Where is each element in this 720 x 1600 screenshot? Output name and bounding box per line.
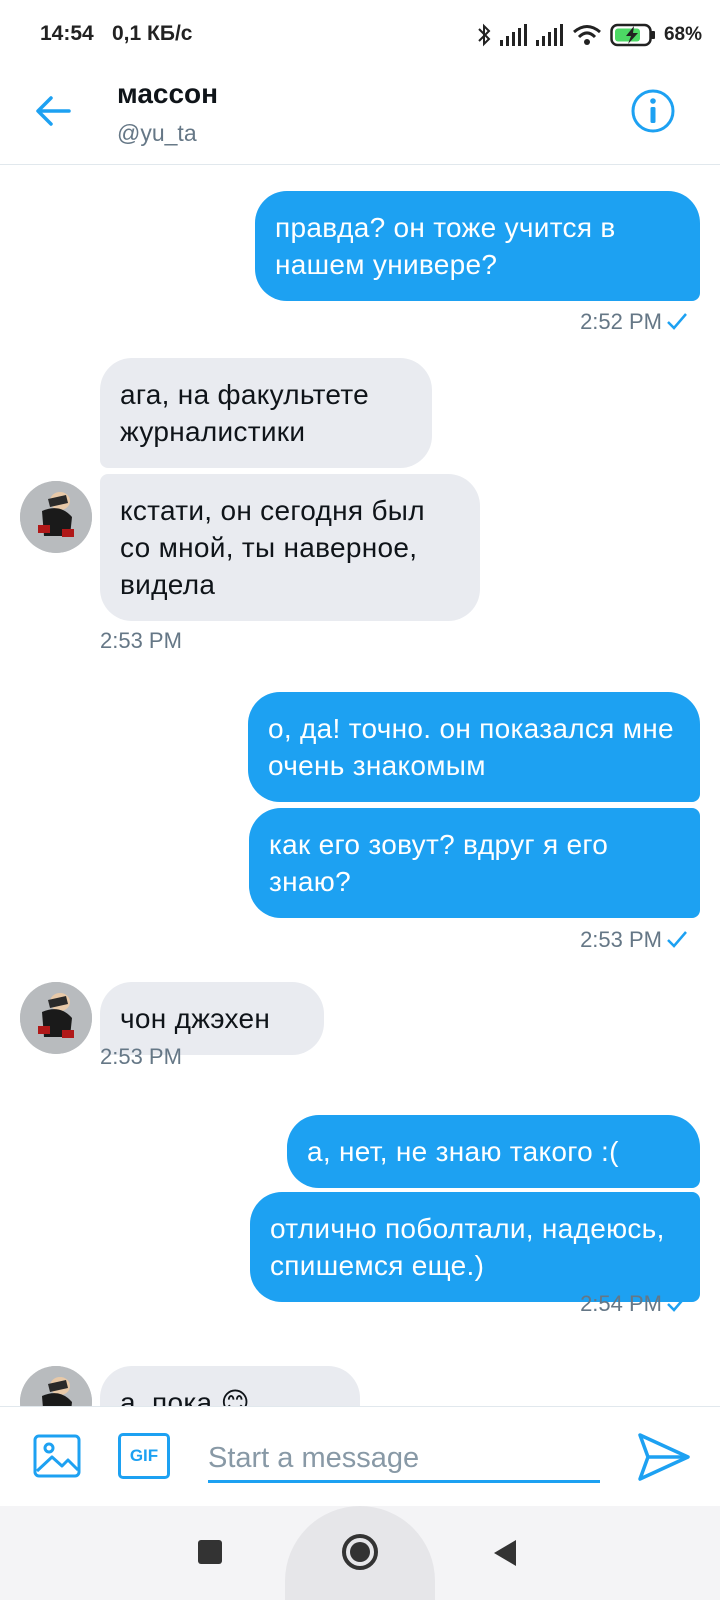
message-text: ага, на факультете журналистики bbox=[120, 379, 370, 447]
info-icon bbox=[631, 89, 675, 133]
status-network-speed: 0,1 КБ/с bbox=[112, 22, 193, 45]
bluetooth-icon bbox=[478, 23, 491, 47]
image-icon bbox=[33, 1434, 81, 1478]
system-navigation-bar bbox=[0, 1506, 720, 1600]
back-button[interactable] bbox=[30, 88, 76, 134]
read-check-icon bbox=[667, 1295, 687, 1312]
message-composer: GIF bbox=[0, 1406, 720, 1506]
message-text: о, да! точно. он показался мне очень зна… bbox=[268, 713, 674, 781]
message-text: чон джэхен bbox=[120, 1003, 271, 1034]
message-input[interactable] bbox=[208, 1429, 600, 1483]
message-timestamp: 2:53 PM bbox=[100, 628, 182, 653]
system-back-button[interactable] bbox=[494, 1540, 516, 1566]
message-bubble-outgoing[interactable]: как его зовут? вдруг я его знаю? bbox=[249, 808, 700, 918]
message-text: а, пока 😊 bbox=[120, 1387, 250, 1406]
signal-icon bbox=[499, 24, 527, 46]
send-icon bbox=[638, 1433, 690, 1481]
message-timestamp: 2:54 PM bbox=[580, 1291, 688, 1317]
status-time: 14:54 bbox=[40, 22, 94, 45]
wifi-icon bbox=[573, 25, 601, 45]
message-text: отлично поболтали, надеюсь, спишемся еще… bbox=[270, 1213, 665, 1281]
message-bubble-outgoing[interactable]: а, нет, не знаю такого :( bbox=[287, 1115, 700, 1188]
home-button[interactable] bbox=[342, 1534, 378, 1570]
status-bar: 14:54 0,1 КБ/с 68% bbox=[0, 0, 720, 70]
conversation-header: массон @yu_ta bbox=[0, 70, 720, 165]
message-timestamp: 2:53 PM bbox=[580, 927, 688, 953]
back-arrow-icon bbox=[36, 96, 71, 126]
battery-charging-icon bbox=[610, 23, 655, 47]
add-photo-button[interactable] bbox=[32, 1431, 82, 1481]
contact-name[interactable]: массон bbox=[117, 78, 218, 110]
read-check-icon bbox=[667, 313, 687, 330]
recent-apps-button[interactable] bbox=[198, 1540, 222, 1564]
message-bubble-outgoing[interactable]: отлично поболтали, надеюсь, спишемся еще… bbox=[250, 1192, 700, 1302]
message-bubble-incoming[interactable]: кстати, он сегодня был со мной, ты навер… bbox=[100, 474, 480, 621]
battery-percentage: 68% bbox=[663, 24, 702, 45]
message-text: правда? он тоже учится в нашем универе? bbox=[275, 212, 616, 280]
message-text: кстати, он сегодня был со мной, ты навер… bbox=[120, 495, 425, 600]
message-timestamp: 2:52 PM bbox=[580, 309, 688, 335]
message-timestamp: 2:53 PM bbox=[100, 1044, 182, 1069]
avatar[interactable] bbox=[20, 982, 92, 1054]
info-button[interactable] bbox=[630, 88, 676, 134]
message-text: а, нет, не знаю такого :( bbox=[307, 1136, 619, 1167]
contact-handle[interactable]: @yu_ta bbox=[117, 120, 197, 147]
signal-icon bbox=[535, 24, 563, 46]
message-list[interactable]: правда? он тоже учится в нашем универе? … bbox=[0, 166, 720, 1406]
message-bubble-incoming[interactable]: ага, на факультете журналистики bbox=[100, 358, 432, 468]
avatar[interactable] bbox=[20, 1366, 92, 1406]
send-button[interactable] bbox=[636, 1429, 692, 1485]
message-bubble-outgoing[interactable]: о, да! точно. он показался мне очень зна… bbox=[248, 692, 700, 802]
status-icons: 68% bbox=[476, 20, 702, 50]
message-bubble-outgoing[interactable]: правда? он тоже учится в нашем универе? bbox=[255, 191, 700, 301]
avatar[interactable] bbox=[20, 481, 92, 553]
message-text: как его зовут? вдруг я его знаю? bbox=[269, 829, 609, 897]
read-check-icon bbox=[667, 931, 687, 948]
message-bubble-incoming[interactable]: а, пока 😊 bbox=[100, 1366, 360, 1406]
gif-button[interactable]: GIF bbox=[118, 1433, 170, 1479]
